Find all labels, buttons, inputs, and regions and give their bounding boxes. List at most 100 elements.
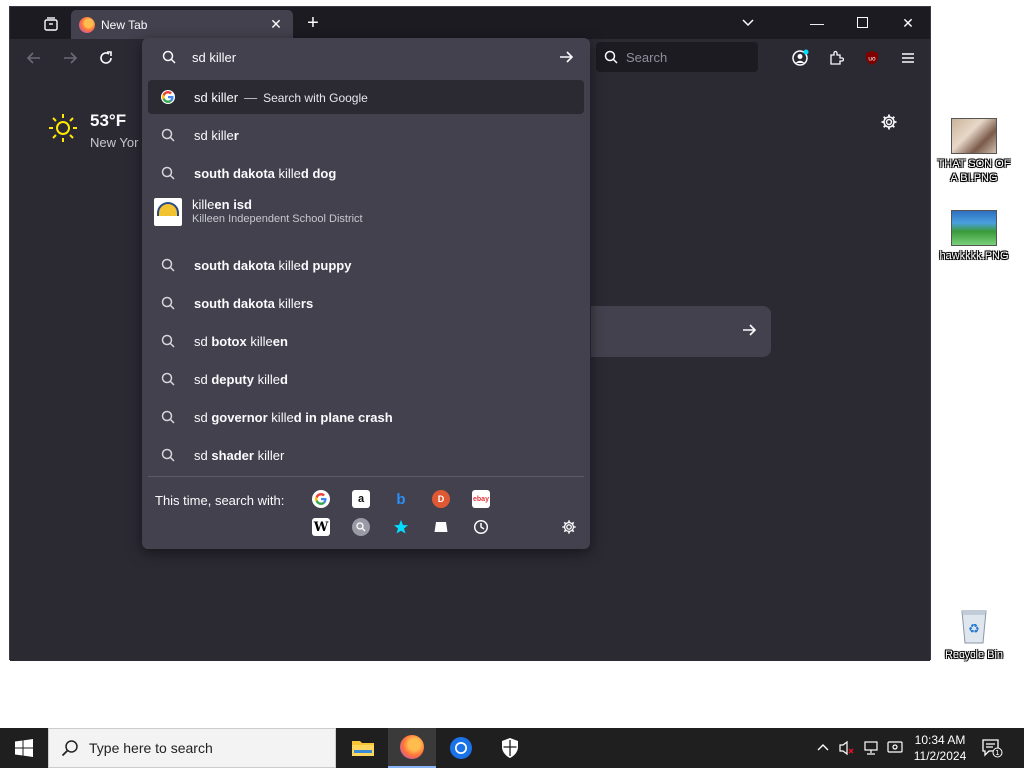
search-settings-gear-icon[interactable] [560,518,578,536]
suggestion-text: sd killer [194,127,239,143]
file-explorer-icon[interactable] [339,728,387,768]
suggestion-item[interactable]: sd shader killer [148,438,584,472]
menu-icon[interactable] [897,47,919,69]
windows-taskbar: Type here to search 10:34 AM 11/2/2024 1 [0,728,1024,768]
ublock-origin-icon[interactable]: uo [861,47,883,69]
suggestion-item[interactable]: south dakota killed puppy [148,248,584,282]
suggestion-text: sd botox killeen [194,333,288,349]
taskbar-search-box[interactable]: Type here to search [48,728,336,768]
maximize-button[interactable] [850,13,874,33]
svg-text:uo: uo [868,56,876,63]
suggestion-item[interactable]: killeen isd Killeen Independent School Di… [148,192,584,232]
reload-icon[interactable] [95,47,117,69]
search-engine-icon[interactable] [352,518,370,536]
ebay-icon[interactable]: ebay [472,490,490,508]
search-icon [160,409,176,425]
new-tab-button[interactable]: + [302,13,324,35]
svg-text:1: 1 [995,749,999,757]
divider [148,476,584,477]
sun-icon [49,114,77,142]
forward-icon[interactable] [59,47,81,69]
suggestion-text: sd shader killer [194,447,285,463]
bookmarks-star-icon[interactable] [392,518,410,536]
weather-widget[interactable]: 53°F New Yor [48,111,138,150]
amazon-icon[interactable]: a [352,490,370,508]
suggestion-action: Search with Google [263,90,368,105]
desktop-icon-label: THAT SON OF A BI.PNG [937,158,1011,184]
suggestion-description: Killeen Independent School District [192,213,363,225]
address-bar-input[interactable]: sd killer [192,50,554,65]
search-icon [162,50,176,64]
search-icon [160,165,176,181]
search-icon [160,333,176,349]
taskbar-search-placeholder: Type here to search [89,740,213,756]
search-placeholder: Search [626,49,668,65]
weather-temperature: 53°F [90,111,127,130]
recycle-bin-icon: ♻ [954,603,994,645]
weather-city: New Yor [90,135,139,150]
bing-icon[interactable]: b [392,490,410,508]
recycle-bin[interactable]: ♻ Recycle Bin [934,603,1014,662]
search-icon [160,127,176,143]
content-search-box[interactable] [591,306,771,357]
suggestion-item[interactable]: south dakota killers [148,286,584,320]
suggestion-text: sd governor killed in plane crash [194,409,393,425]
suggestion-item[interactable]: sd botox killeen [148,324,584,358]
minimize-button[interactable]: — [805,13,829,33]
suggestion-text: killeen isd [192,197,252,212]
suggestion-text: sd killer — Search with Google [194,89,368,105]
chrome-icon[interactable] [437,728,485,768]
one-off-search-label: This time, search with: [155,493,285,508]
close-tab-icon[interactable]: ✕ [267,16,285,33]
address-bar[interactable]: sd killer [142,38,590,76]
network-icon[interactable] [862,739,880,757]
chevron-down-icon[interactable] [736,13,760,33]
svg-text:♻: ♻ [968,622,980,637]
suggestion-item[interactable]: south dakota killed dog [148,156,584,190]
search-icon [160,295,176,311]
close-window-button[interactable]: ✕ [896,13,920,33]
back-icon[interactable] [23,47,45,69]
tabs-icon[interactable] [432,518,450,536]
google-icon [160,89,176,105]
suggestion-text: sd deputy killed [194,371,288,387]
arrow-right-icon[interactable] [741,322,757,338]
suggestion-item[interactable]: sd killer [148,118,584,152]
account-icon[interactable] [789,47,811,69]
suggestion-text: south dakota killers [194,295,314,311]
gear-icon[interactable] [880,113,898,136]
tab-title: New Tab [101,17,148,32]
history-clock-icon[interactable] [472,518,490,536]
chevron-up-icon[interactable] [814,739,832,757]
address-bar-dropdown: sd killer sd killer — Search with Google sd… [142,38,590,549]
display-icon[interactable] [886,739,904,757]
list-all-tabs-icon[interactable] [40,13,62,35]
search-icon [160,447,176,463]
search-bar[interactable]: Search [596,42,758,72]
search-icon [604,50,618,64]
windows-security-icon[interactable] [486,728,534,768]
suggestion-item[interactable]: sd governor killed in plane crash [148,400,584,434]
system-clock[interactable]: 10:34 AM 11/2/2024 [905,732,975,764]
desktop-icon-image-1[interactable]: THAT SON OF A BI.PNG [934,118,1014,185]
firefox-taskbar-icon[interactable] [388,728,436,768]
volume-muted-icon[interactable] [838,739,856,757]
clock-time: 10:34 AM [914,733,966,747]
google-icon[interactable] [312,490,330,508]
suggestion-search-with-google[interactable]: sd killer — Search with Google [148,80,584,114]
windows-start-icon[interactable] [0,728,48,768]
wikipedia-icon[interactable]: W [312,518,330,536]
notification-center-icon[interactable]: 1 [980,736,1004,760]
arrow-right-icon[interactable] [554,49,578,65]
extensions-icon[interactable] [825,47,847,69]
tab-new-tab[interactable]: New Tab ✕ [71,10,293,39]
suggestion-text: south dakota killed puppy [194,257,352,273]
search-icon [61,740,78,757]
duckduckgo-icon[interactable]: D [432,490,450,508]
suggestion-item[interactable]: sd deputy killed [148,362,584,396]
desktop-icon-label: hawkkkk.PNG [939,250,1009,262]
image-thumbnail [951,118,997,154]
clock-date: 11/2/2024 [913,749,967,763]
desktop-icon-image-2[interactable]: hawkkkk.PNG [934,210,1014,263]
search-icon [160,371,176,387]
